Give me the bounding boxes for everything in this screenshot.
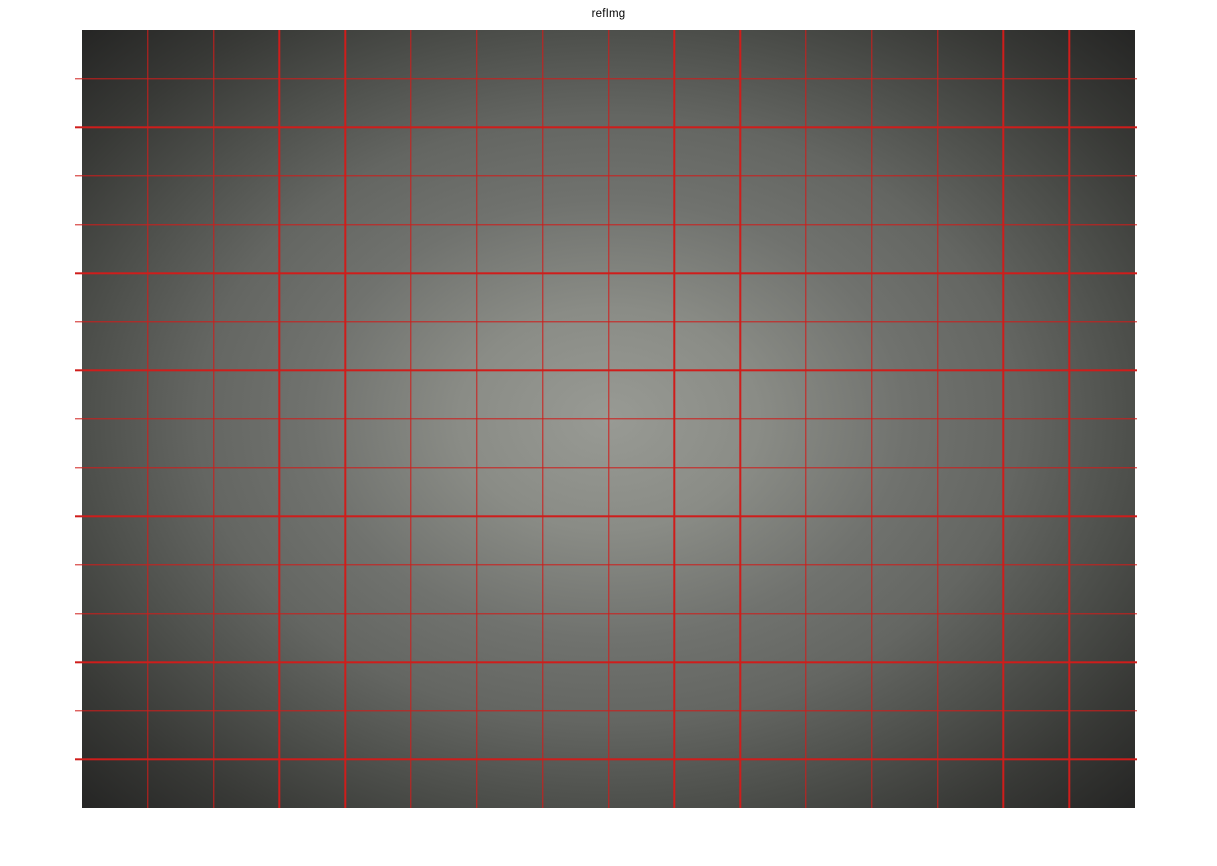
figure-title: refImg	[82, 7, 1135, 22]
grid-line-vertical	[871, 30, 872, 808]
grid-line-vertical	[147, 30, 148, 808]
grid-line-horizontal	[75, 759, 1137, 760]
grid-line-horizontal	[75, 613, 1137, 614]
grid-line-horizontal	[75, 661, 1137, 662]
grid-overlay	[82, 30, 1135, 808]
grid-line-vertical	[805, 30, 806, 808]
grid-line-horizontal	[75, 78, 1137, 79]
figure-canvas: refImg	[0, 0, 1217, 866]
grid-line-horizontal	[75, 127, 1137, 128]
grid-line-horizontal	[75, 175, 1137, 176]
refimg-image	[82, 30, 1135, 808]
grid-line-vertical	[608, 30, 609, 808]
grid-line-horizontal	[75, 710, 1137, 711]
grid-line-horizontal	[75, 516, 1137, 517]
grid-line-vertical	[1068, 30, 1069, 808]
grid-line-horizontal	[75, 564, 1137, 565]
grid-line-vertical	[279, 30, 280, 808]
grid-line-horizontal	[75, 467, 1137, 468]
grid-line-horizontal	[75, 272, 1137, 273]
grid-line-vertical	[739, 30, 740, 808]
grid-line-vertical	[674, 30, 675, 808]
grid-line-vertical	[542, 30, 543, 808]
grid-line-vertical	[1003, 30, 1004, 808]
grid-line-vertical	[410, 30, 411, 808]
grid-line-vertical	[345, 30, 346, 808]
grid-line-horizontal	[75, 321, 1137, 322]
grid-line-horizontal	[75, 418, 1137, 419]
grid-line-horizontal	[75, 224, 1137, 225]
grid-line-horizontal	[75, 370, 1137, 371]
grid-line-vertical	[213, 30, 214, 808]
grid-line-vertical	[476, 30, 477, 808]
grid-line-vertical	[937, 30, 938, 808]
